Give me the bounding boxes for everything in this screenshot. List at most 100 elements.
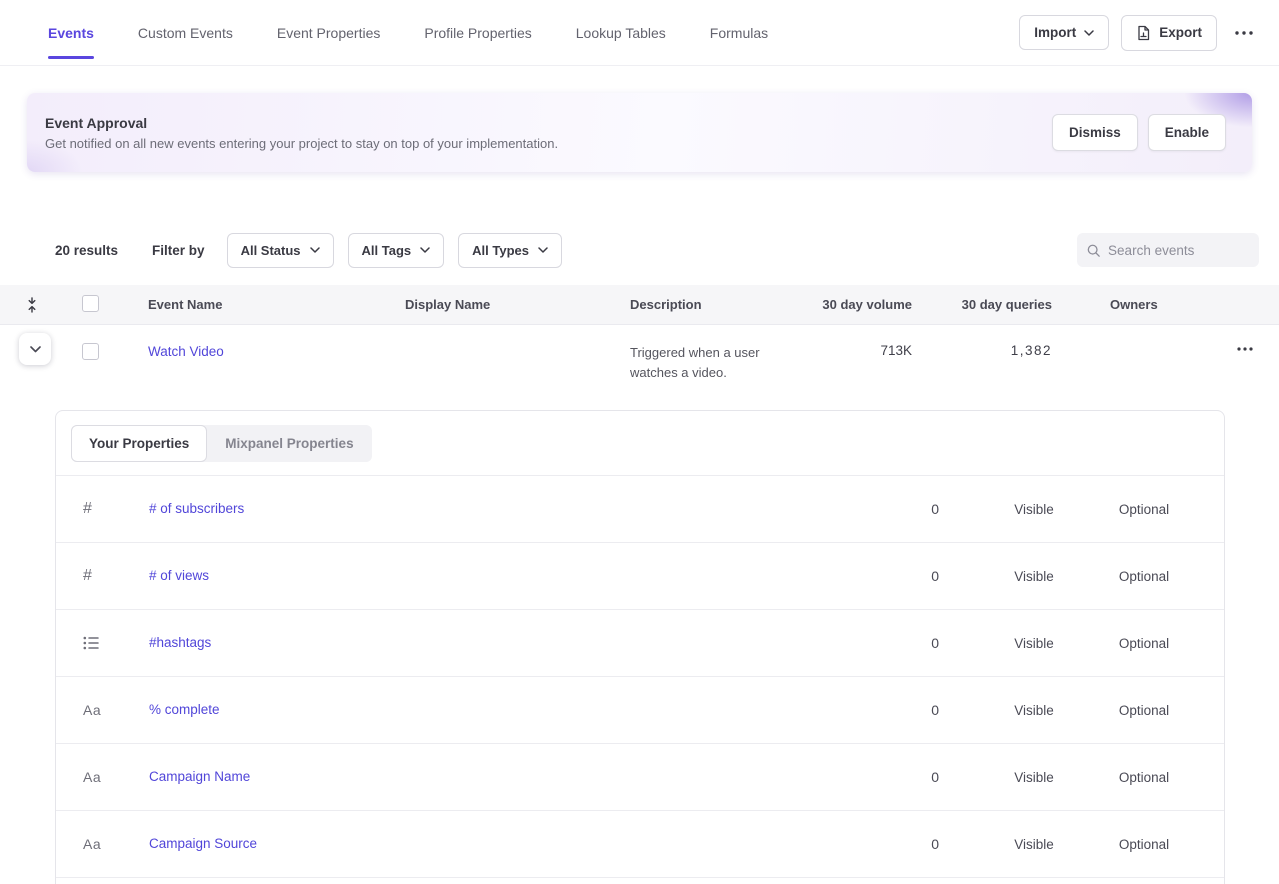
tab-mixpanel-properties[interactable]: Mixpanel Properties xyxy=(207,425,371,462)
chevron-down-icon xyxy=(1084,30,1094,36)
event-30-day-volume: 713K xyxy=(820,325,920,358)
ellipsis-icon xyxy=(1237,347,1253,351)
property-requirement-select[interactable]: Optional xyxy=(1084,569,1204,584)
banner-description: Get notified on all new events entering … xyxy=(45,136,558,151)
collapse-row-button[interactable] xyxy=(19,333,51,365)
collapse-rows-icon xyxy=(25,297,39,313)
export-button-label: Export xyxy=(1159,25,1202,40)
nav-actions: Import Export xyxy=(1019,15,1259,51)
property-visibility-select[interactable]: Visible xyxy=(984,502,1084,517)
property-visibility-select[interactable]: Visible xyxy=(984,703,1084,718)
text-icon: Aa xyxy=(83,702,101,718)
property-name-link[interactable]: # of subscribers xyxy=(149,501,244,516)
select-all-checkbox[interactable] xyxy=(82,295,99,312)
tab-event-properties[interactable]: Event Properties xyxy=(277,21,381,45)
chevron-down-icon xyxy=(420,247,430,253)
top-navigation: Events Custom Events Event Properties Pr… xyxy=(0,0,1279,66)
property-row: Aa Campaign Source 0 Visible Optional xyxy=(56,811,1224,878)
status-filter-dropdown[interactable]: All Status xyxy=(227,233,334,268)
tab-formulas[interactable]: Formulas xyxy=(710,21,768,45)
list-icon xyxy=(83,636,99,650)
property-query-count: 0 xyxy=(874,501,984,517)
property-requirement-select[interactable]: Optional xyxy=(1084,703,1204,718)
search-icon xyxy=(1087,243,1100,258)
property-row: Aa % complete 0 Visible Optional xyxy=(56,677,1224,744)
property-name-link[interactable]: # of views xyxy=(149,568,209,583)
banner-text: Event Approval Get notified on all new e… xyxy=(45,115,558,151)
property-row: # # of subscribers 0 Visible Optional xyxy=(56,476,1224,543)
event-owners xyxy=(1060,325,1210,343)
properties-tab-group: Your Properties Mixpanel Properties xyxy=(71,425,372,462)
event-name-link[interactable]: Watch Video xyxy=(148,344,224,359)
import-button[interactable]: Import xyxy=(1019,15,1109,50)
tags-filter-value: All Tags xyxy=(362,243,412,258)
properties-tab-bar: Your Properties Mixpanel Properties xyxy=(56,411,1224,476)
property-visibility-select[interactable]: Visible xyxy=(984,837,1084,852)
property-query-count: 0 xyxy=(874,836,984,852)
row-checkbox[interactable] xyxy=(82,343,99,360)
text-icon: Aa xyxy=(83,836,101,852)
event-approval-banner: Event Approval Get notified on all new e… xyxy=(27,93,1252,172)
property-name-link[interactable]: % complete xyxy=(149,702,220,717)
column-display-name: Display Name xyxy=(405,297,630,312)
primary-tabs: Events Custom Events Event Properties Pr… xyxy=(48,21,768,45)
column-30-day-queries: 30 day queries xyxy=(920,297,1060,312)
column-event-name: Event Name xyxy=(148,297,405,312)
export-file-icon xyxy=(1136,25,1151,41)
number-icon: # xyxy=(83,567,92,585)
property-query-count: 0 xyxy=(874,568,984,584)
property-query-count: 0 xyxy=(874,702,984,718)
search-input[interactable] xyxy=(1108,243,1249,258)
status-filter-value: All Status xyxy=(241,243,301,258)
number-icon: # xyxy=(83,500,92,518)
tags-filter-dropdown[interactable]: All Tags xyxy=(348,233,445,268)
property-visibility-select[interactable]: Visible xyxy=(984,770,1084,785)
types-filter-dropdown[interactable]: All Types xyxy=(458,233,562,268)
search-box xyxy=(1077,233,1259,267)
property-row: # # of views 0 Visible Optional xyxy=(56,543,1224,610)
event-properties-panel: Your Properties Mixpanel Properties # # … xyxy=(55,410,1225,884)
banner-actions: Dismiss Enable xyxy=(1052,114,1226,151)
enable-button[interactable]: Enable xyxy=(1148,114,1226,151)
property-visibility-select[interactable]: Visible xyxy=(984,569,1084,584)
chevron-down-icon xyxy=(538,247,548,253)
property-name-link[interactable]: Campaign Name xyxy=(149,769,250,784)
filter-bar: 20 results Filter by All Status All Tags… xyxy=(55,232,1259,268)
event-row-watch-video: Watch Video Triggered when a user watche… xyxy=(0,325,1279,385)
event-description: Triggered when a user watches a video. xyxy=(630,325,820,383)
column-owners: Owners xyxy=(1060,297,1210,312)
chevron-down-icon xyxy=(310,247,320,253)
property-requirement-select[interactable]: Optional xyxy=(1084,636,1204,651)
tab-events[interactable]: Events xyxy=(48,21,94,45)
property-requirement-select[interactable]: Optional xyxy=(1084,770,1204,785)
property-name-link[interactable]: Campaign Source xyxy=(149,836,257,851)
dismiss-button[interactable]: Dismiss xyxy=(1052,114,1138,151)
text-icon: Aa xyxy=(83,769,101,785)
property-visibility-select[interactable]: Visible xyxy=(984,636,1084,651)
property-row: Aa Campaign Name 0 Visible Optional xyxy=(56,744,1224,811)
chevron-down-icon xyxy=(30,346,41,353)
row-more-options-button[interactable] xyxy=(1231,339,1259,359)
tab-custom-events[interactable]: Custom Events xyxy=(138,21,233,45)
banner-title: Event Approval xyxy=(45,115,558,131)
column-30-day-volume: 30 day volume xyxy=(820,297,920,312)
event-30-day-queries: 1,382 xyxy=(920,325,1060,358)
more-options-button[interactable] xyxy=(1229,23,1259,43)
export-button[interactable]: Export xyxy=(1121,15,1217,51)
results-count: 20 results xyxy=(55,243,118,258)
ellipsis-icon xyxy=(1235,31,1253,35)
property-query-count: 0 xyxy=(874,769,984,785)
event-display-name xyxy=(405,325,630,343)
tab-your-properties[interactable]: Your Properties xyxy=(71,425,207,462)
filter-by-label: Filter by xyxy=(152,243,205,258)
tab-lookup-tables[interactable]: Lookup Tables xyxy=(576,21,666,45)
types-filter-value: All Types xyxy=(472,243,529,258)
events-table-header: Event Name Display Name Description 30 d… xyxy=(0,285,1279,325)
collapse-all-button[interactable] xyxy=(21,293,43,317)
property-requirement-select[interactable]: Optional xyxy=(1084,502,1204,517)
property-requirement-select[interactable]: Optional xyxy=(1084,837,1204,852)
property-name-link[interactable]: #hashtags xyxy=(149,635,211,650)
tab-profile-properties[interactable]: Profile Properties xyxy=(424,21,531,45)
column-description: Description xyxy=(630,297,820,312)
import-button-label: Import xyxy=(1034,25,1076,40)
